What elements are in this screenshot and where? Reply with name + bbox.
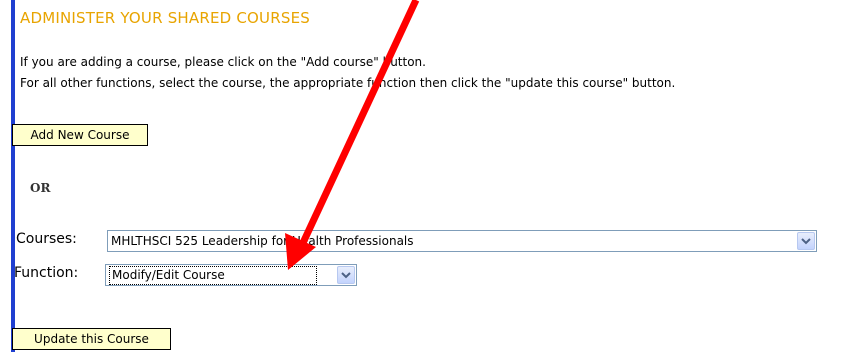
chevron-down-icon[interactable]: [337, 266, 355, 284]
function-select[interactable]: Modify/Edit Course: [105, 264, 357, 286]
chevron-down-icon[interactable]: [797, 232, 815, 250]
courses-select[interactable]: MHLTHSCI 525 Leadership for Health Profe…: [107, 230, 817, 252]
instruction-update: For all other functions, select the cour…: [20, 76, 676, 90]
red-arrow-annotation-icon: [285, 0, 420, 270]
or-separator: OR: [30, 181, 51, 195]
courses-selected-value: MHLTHSCI 525 Leadership for Health Profe…: [111, 234, 414, 248]
function-label: Function:: [14, 265, 79, 281]
left-border-rule: [11, 0, 15, 352]
courses-label: Courses:: [16, 231, 77, 247]
page-title: ADMINISTER YOUR SHARED COURSES: [20, 9, 310, 27]
instruction-add: If you are adding a course, please click…: [20, 55, 426, 69]
add-new-course-button[interactable]: Add New Course: [12, 124, 148, 146]
update-course-button[interactable]: Update this Course: [12, 328, 171, 350]
function-selected-value: Modify/Edit Course: [109, 266, 317, 285]
